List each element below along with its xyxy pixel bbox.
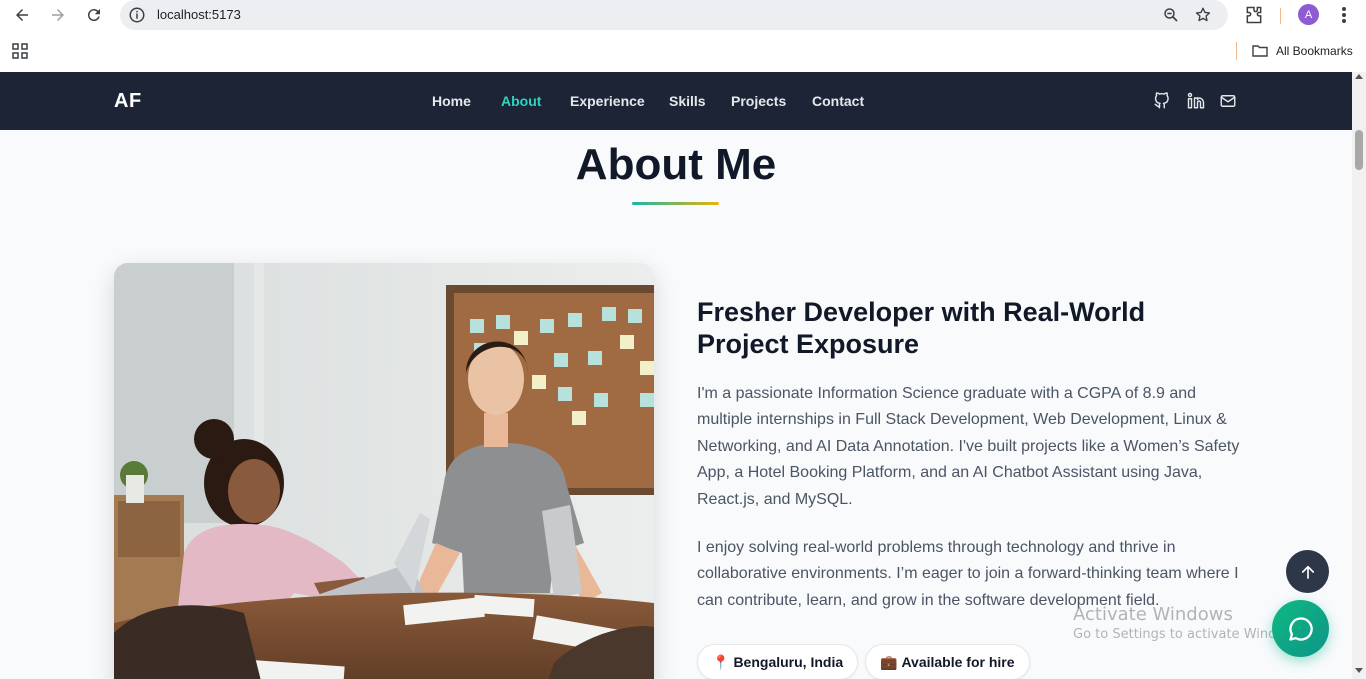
bookmark-star-icon[interactable]: [1194, 6, 1212, 24]
location-tag: 📍 Bengaluru, India: [697, 644, 859, 679]
scroll-to-top-button[interactable]: [1286, 550, 1329, 593]
mail-icon[interactable]: [1219, 92, 1237, 110]
scroll-thumb[interactable]: [1355, 130, 1363, 170]
all-bookmarks-link[interactable]: All Bookmarks: [1276, 44, 1353, 58]
more-menu-icon[interactable]: [1336, 5, 1352, 25]
section-title: About Me: [575, 140, 777, 189]
watermark-subtitle: Go to Settings to activate Windows.: [1073, 627, 1306, 642]
zoom-icon[interactable]: [1162, 6, 1180, 24]
address-bar[interactable]: localhost:5173: [120, 0, 1228, 30]
bookmarks-bar: All Bookmarks: [0, 30, 1366, 72]
watermark-title: Activate Windows: [1073, 604, 1233, 625]
title-underline: [632, 202, 719, 205]
chat-button[interactable]: [1272, 600, 1329, 657]
site-header: AF Home About Experience Skills Projects…: [0, 72, 1352, 130]
linkedin-icon[interactable]: [1187, 92, 1205, 110]
briefcase-icon: 💼: [880, 653, 898, 670]
back-button[interactable]: [11, 4, 33, 26]
reload-icon: [87, 9, 100, 22]
browser-toolbar: localhost:5173 A: [0, 0, 1366, 30]
nav-projects[interactable]: Projects: [731, 93, 786, 109]
about-heading: Fresher Developer with Real-World Projec…: [697, 297, 1146, 359]
location-label: Bengaluru, India: [733, 654, 844, 670]
nav-experience[interactable]: Experience: [570, 93, 645, 109]
url-text[interactable]: localhost:5173: [157, 7, 241, 22]
about-photo: [114, 263, 654, 679]
nav-skills[interactable]: Skills: [669, 93, 706, 109]
github-icon[interactable]: [1153, 92, 1171, 110]
page-scrollbar[interactable]: [1352, 72, 1366, 679]
chat-bubble-icon: [1288, 616, 1313, 641]
forward-button[interactable]: [47, 4, 69, 26]
availability-tag: 💼 Available for hire: [865, 644, 1030, 679]
extensions-icon[interactable]: [1244, 5, 1264, 25]
nav-home[interactable]: Home: [432, 93, 471, 109]
site-logo[interactable]: AF: [114, 90, 142, 113]
about-paragraph-1: I'm a passionate Information Science gra…: [697, 385, 1240, 508]
arrow-up-icon: [1301, 565, 1314, 579]
windows-activation-watermark: Activate Windows Go to Settings to activ…: [1073, 604, 1306, 642]
availability-label: Available for hire: [901, 654, 1015, 670]
profile-avatar[interactable]: A: [1298, 4, 1319, 25]
folder-icon[interactable]: [1252, 43, 1268, 59]
toolbar-divider: [1280, 8, 1281, 24]
office-meeting-illustration: [114, 263, 654, 679]
about-paragraph-2: I enjoy solving real-world problems thro…: [697, 539, 1239, 609]
scroll-down-arrow[interactable]: [1355, 668, 1363, 673]
scroll-up-arrow[interactable]: [1355, 74, 1363, 79]
pin-icon: 📍: [712, 653, 730, 670]
forward-arrow-icon: [52, 9, 64, 21]
apps-grid-icon[interactable]: [12, 43, 28, 59]
reload-button[interactable]: [83, 4, 105, 26]
bookmarks-divider: [1236, 42, 1237, 60]
nav-contact[interactable]: Contact: [812, 93, 864, 109]
site-info-icon[interactable]: [128, 6, 146, 24]
nav-about[interactable]: About: [501, 93, 541, 109]
back-arrow-icon: [16, 9, 28, 21]
